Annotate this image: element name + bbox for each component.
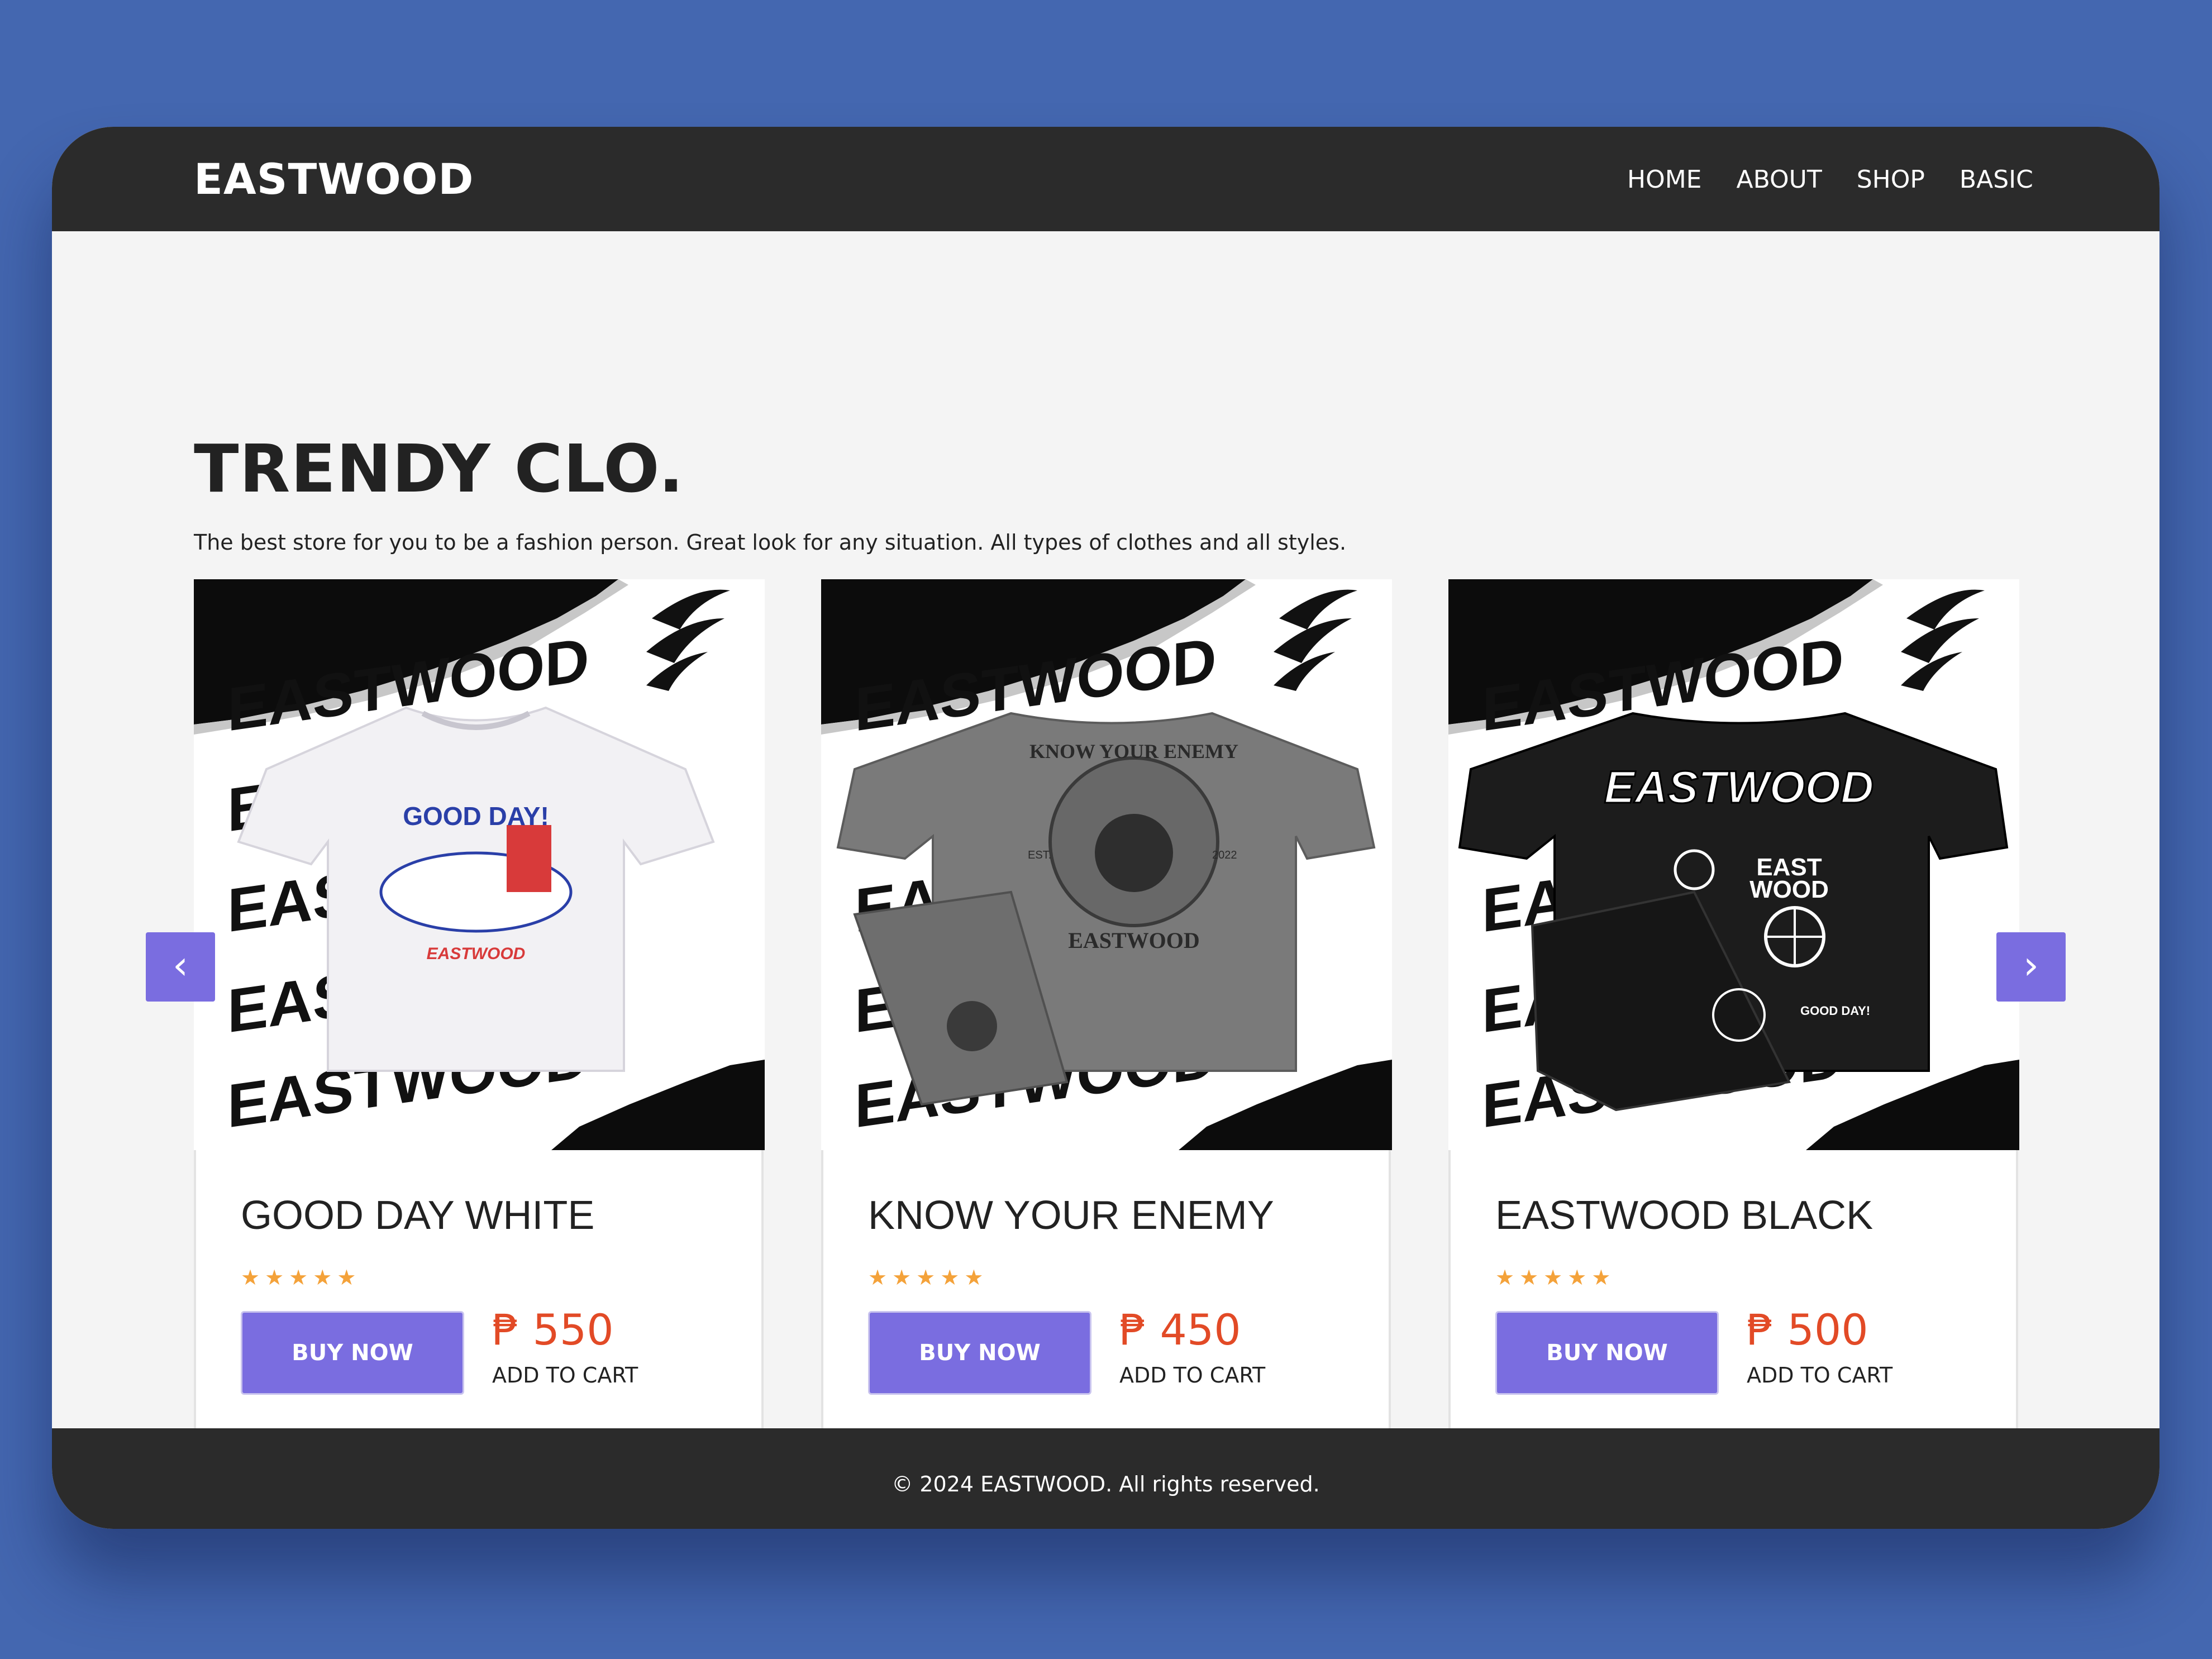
shirt-graphic-text: EASTWOOD	[427, 945, 526, 963]
nav-link-home[interactable]: HOME	[1627, 160, 1701, 199]
page-title: TRENDY CLO.	[194, 430, 684, 507]
star-icon: ★	[289, 1265, 308, 1290]
chevron-right-icon: ›	[2023, 942, 2039, 988]
star-icon: ★	[916, 1265, 936, 1290]
page-subtitle: The best store for you to be a fashion p…	[194, 530, 1347, 555]
add-to-cart-link[interactable]: ADD TO CART	[1747, 1361, 1892, 1389]
copyright-text: © 2024 EASTWOOD. All rights reserved.	[892, 1472, 1320, 1496]
star-icon: ★	[892, 1265, 912, 1290]
shirt-graphic-text: 2022	[1212, 849, 1237, 861]
star-rating: ★ ★ ★ ★ ★	[868, 1266, 988, 1289]
product-title: GOOD DAY WHITE	[241, 1193, 595, 1238]
shirt-graphic-text: KNOW YOUR ENEMY	[1029, 740, 1238, 762]
product-card: EASTWOOD EASTWOOD EASTWOOD EASTWOOD EAST…	[194, 579, 765, 1439]
star-icon: ★	[868, 1265, 888, 1290]
add-to-cart-link[interactable]: ADD TO CART	[1119, 1361, 1265, 1389]
product-photo: EASTWOOD EASTWOOD EASTWOOD EASTWOOD EAST…	[194, 579, 765, 1150]
product-image[interactable]: EASTWOOD EASTWOOD EASTWOOD EASTWOOD EAST…	[194, 579, 765, 1150]
shirt-graphic-text: EST.	[1028, 849, 1051, 861]
add-to-cart-link[interactable]: ADD TO CART	[492, 1361, 638, 1389]
shirt-graphic-text: EASTWOOD	[1068, 928, 1200, 953]
buy-now-button[interactable]: BUY NOW	[1495, 1311, 1719, 1395]
product-photo: EASTWOOD EASTWOOD EASTWOOD EASTWOOD EAST…	[821, 579, 1392, 1150]
star-icon: ★	[1567, 1265, 1587, 1290]
star-icon: ★	[964, 1265, 984, 1290]
shirt-graphic-text: GOOD DAY!	[403, 802, 549, 831]
carousel-prev-button[interactable]: ‹	[146, 932, 215, 1002]
product-image[interactable]: EASTWOOD EASTWOOD EASTWOOD EASTWOOD EAST…	[821, 579, 1392, 1150]
buy-now-button[interactable]: BUY NOW	[868, 1311, 1091, 1395]
star-rating: ★ ★ ★ ★ ★	[1495, 1266, 1615, 1289]
chevron-left-icon: ‹	[173, 942, 188, 988]
nav-menu: HOME ABOUT SHOP BASIC	[1627, 160, 2033, 199]
product-price: ₱ 450	[1119, 1305, 1241, 1355]
star-icon: ★	[265, 1265, 284, 1290]
nav-link-shop[interactable]: SHOP	[1857, 160, 1925, 199]
footer: © 2024 EASTWOOD. All rights reserved.	[52, 1428, 2159, 1529]
nav-link-about[interactable]: ABOUT	[1736, 160, 1822, 199]
star-icon: ★	[241, 1265, 260, 1290]
star-icon: ★	[1495, 1265, 1515, 1290]
shirt-graphic-text: WOOD	[1749, 876, 1829, 903]
product-price: ₱ 500	[1747, 1305, 1868, 1355]
browser-window: EASTWOOD HOME ABOUT SHOP BASIC TRENDY CL…	[52, 127, 2159, 1529]
buy-now-button[interactable]: BUY NOW	[241, 1311, 464, 1395]
star-icon: ★	[1591, 1265, 1611, 1290]
star-icon: ★	[337, 1265, 356, 1290]
shirt-graphic-text: EASTWOOD	[1604, 762, 1874, 813]
star-icon: ★	[313, 1265, 332, 1290]
nav-link-basic[interactable]: BASIC	[1960, 160, 2033, 199]
product-card: EASTWOOD EASTWOOD EASTWOOD EASTWOOD EAST…	[821, 579, 1392, 1439]
product-card: EASTWOOD EASTWOOD EASTWOOD EASTWOOD EAST…	[1448, 579, 2019, 1439]
star-icon: ★	[940, 1265, 960, 1290]
product-price: ₱ 550	[492, 1305, 614, 1355]
star-rating: ★ ★ ★ ★ ★	[241, 1266, 361, 1289]
star-icon: ★	[1519, 1265, 1539, 1290]
star-icon: ★	[1543, 1265, 1563, 1290]
product-photo: EASTWOOD EASTWOOD EASTWOOD EASTWOOD EAST…	[1448, 579, 2019, 1150]
navbar: EASTWOOD HOME ABOUT SHOP BASIC	[52, 127, 2159, 231]
carousel-next-button[interactable]: ›	[1996, 932, 2066, 1002]
brand-logo[interactable]: EASTWOOD	[194, 151, 474, 207]
product-title: EASTWOOD BLACK	[1495, 1193, 1873, 1238]
product-title: KNOW YOUR ENEMY	[868, 1193, 1274, 1238]
product-image[interactable]: EASTWOOD EASTWOOD EASTWOOD EASTWOOD EAST…	[1448, 579, 2019, 1150]
shirt-graphic-text: GOOD DAY!	[1800, 1004, 1870, 1018]
